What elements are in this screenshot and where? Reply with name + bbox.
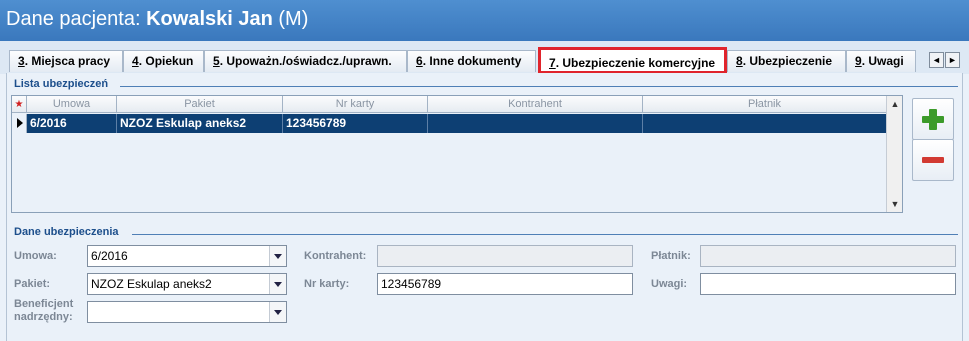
tab-inne-dokumenty[interactable]: 6. Inne dokumenty bbox=[407, 50, 536, 72]
tab-ubezpieczenie[interactable]: 8. Ubezpieczenie bbox=[727, 50, 846, 72]
patient-name: Kowalski Jan bbox=[146, 8, 273, 30]
umowa-label: Umowa: bbox=[14, 250, 57, 262]
section-divider bbox=[120, 86, 958, 87]
pakiet-label: Pakiet: bbox=[14, 278, 51, 290]
umowa-dropdown[interactable]: 6/2016 bbox=[87, 245, 287, 267]
cell-umowa[interactable]: 6/2016 bbox=[27, 114, 117, 133]
pakiet-dropdown[interactable]: NZOZ Eskulap aneks2 bbox=[87, 273, 287, 295]
platnik-field bbox=[700, 245, 956, 267]
cell-nr-karty[interactable]: 123456789 bbox=[283, 114, 428, 133]
chevron-down-icon[interactable] bbox=[269, 246, 286, 266]
tab-opiekun[interactable]: 4. Opiekun bbox=[123, 50, 204, 72]
cell-platnik[interactable] bbox=[643, 114, 887, 133]
insurance-list-title: Lista ubezpieczeń bbox=[14, 78, 109, 90]
chevron-down-icon[interactable] bbox=[269, 302, 286, 322]
kontrahent-field bbox=[377, 245, 633, 267]
section-divider bbox=[132, 234, 958, 235]
tab-scroll-left-button[interactable]: ◄ bbox=[929, 52, 944, 68]
required-marker-icon: ★ bbox=[12, 96, 27, 113]
uwagi-field[interactable] bbox=[700, 273, 956, 295]
scroll-up-arrow-icon[interactable]: ▲ bbox=[887, 96, 903, 112]
insurance-grid[interactable]: ★ Umowa Pakiet Nr karty Kontrahent Płatn… bbox=[11, 95, 903, 213]
insurance-details-title: Dane ubezpieczenia bbox=[14, 226, 119, 238]
grid-vertical-scrollbar[interactable]: ▲ ▼ bbox=[886, 96, 902, 212]
beneficjent-label: Beneficjent nadrzędny: bbox=[14, 298, 74, 323]
scroll-down-arrow-icon[interactable]: ▼ bbox=[887, 196, 903, 212]
nr-karty-label: Nr karty: bbox=[304, 278, 350, 290]
column-header-platnik[interactable]: Płatnik bbox=[643, 96, 887, 113]
column-header-umowa[interactable]: Umowa bbox=[27, 96, 117, 113]
column-header-kontrahent[interactable]: Kontrahent bbox=[428, 96, 643, 113]
tab-ubezpieczenie-komercyjne[interactable]: 7. Ubezpieczenie komercyjne bbox=[538, 47, 727, 74]
row-pointer-icon bbox=[12, 114, 27, 133]
kontrahent-label: Kontrahent: bbox=[304, 250, 367, 262]
tab-bar: 3. Miejsca pracy 4. Opiekun 5. Upoważn./… bbox=[0, 41, 969, 74]
tab-upowaznienia[interactable]: 5. Upoważn./oświadcz./uprawn. bbox=[204, 50, 407, 72]
window-title: Dane pacjenta: Kowalski Jan (M) bbox=[6, 8, 309, 30]
column-header-pakiet[interactable]: Pakiet bbox=[117, 96, 283, 113]
cell-kontrahent[interactable] bbox=[428, 114, 643, 133]
chevron-down-icon[interactable] bbox=[269, 274, 286, 294]
nr-karty-field[interactable]: 123456789 bbox=[377, 273, 633, 295]
window-title-bar: Dane pacjenta: Kowalski Jan (M) bbox=[0, 0, 969, 41]
cell-pakiet[interactable]: NZOZ Eskulap aneks2 bbox=[117, 114, 283, 133]
remove-insurance-button[interactable] bbox=[912, 139, 954, 181]
uwagi-label: Uwagi: bbox=[651, 278, 688, 290]
beneficjent-dropdown[interactable] bbox=[87, 301, 287, 323]
platnik-label: Płatnik: bbox=[651, 250, 691, 262]
add-insurance-button[interactable] bbox=[912, 98, 954, 140]
column-header-nr-karty[interactable]: Nr karty bbox=[283, 96, 428, 113]
tab-miejsca-pracy[interactable]: 3. Miejsca pracy bbox=[9, 50, 123, 72]
tab-uwagi[interactable]: 9. Uwagi bbox=[846, 50, 916, 72]
tab-scroll-right-button[interactable]: ► bbox=[945, 52, 960, 68]
